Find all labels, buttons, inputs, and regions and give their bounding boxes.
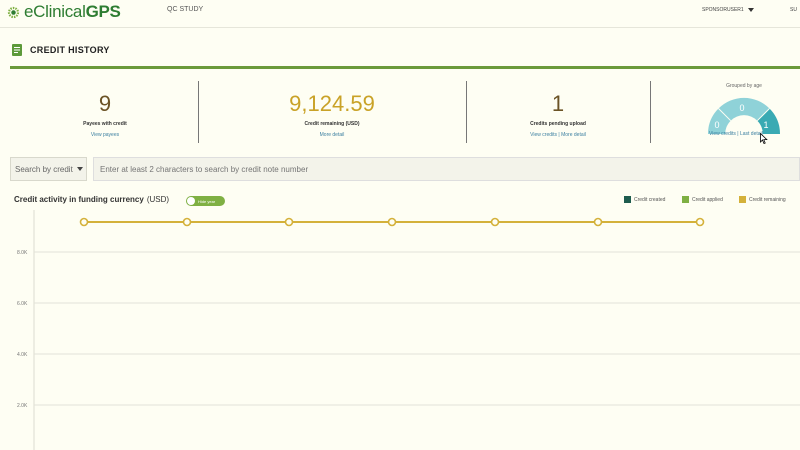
page-header: CREDIT HISTORY: [12, 44, 110, 56]
hide-year-toggle[interactable]: Hide year: [186, 196, 225, 206]
chart-title-unit: (USD): [146, 195, 170, 204]
payees-label: Payees with credit: [83, 121, 127, 127]
data-point: [79, 217, 89, 227]
legend-label-applied: Credit applied: [692, 196, 723, 203]
view-credits-link[interactable]: View credits: [530, 132, 557, 138]
stat-pending: 1 Credits pending upload View credits | …: [508, 91, 608, 139]
pointer-cursor-icon: [760, 133, 768, 144]
data-point: [182, 217, 192, 227]
gear-logo-icon: [7, 6, 20, 18]
legend-label-created: Credit created: [634, 196, 666, 203]
pending-count: 1: [551, 91, 565, 116]
y-tick-label: 2.0K: [17, 403, 28, 409]
data-point: [695, 217, 705, 227]
credit-remaining-value: 9,124.59: [289, 91, 375, 116]
pending-more-detail-link[interactable]: More detail: [561, 132, 586, 138]
legend-swatch-created: [624, 196, 631, 203]
gauge-value-2: 0: [739, 103, 744, 113]
link-separator: |: [737, 131, 739, 137]
search-by-label: Search by credit: [15, 164, 73, 174]
stat-remaining: 9,124.59 Credit remaining (USD) More det…: [262, 91, 402, 139]
data-point: [387, 217, 397, 227]
credit-activity-chart: 8.0K 6.0K 4.0K 2.0K: [17, 210, 800, 450]
stat-divider: [466, 81, 467, 143]
title-underline: [10, 66, 800, 69]
legend-swatch-remaining: [739, 196, 746, 203]
payees-count: 9: [98, 91, 112, 116]
search-bar: Search by credit: [10, 157, 800, 181]
legend-item-remaining[interactable]: Credit remaining: [739, 196, 786, 203]
top-bar: eClinicalGPS QC STUDY SPONSORUSER1 SU: [0, 0, 800, 28]
chevron-down-icon: [747, 8, 754, 12]
toggle-label: Hide year: [198, 198, 216, 204]
gauge-view-credits-link[interactable]: View credits: [709, 131, 736, 137]
stat-divider: [650, 81, 651, 143]
gauge-value-1: 0: [714, 120, 719, 130]
age-gauge: 0 0 1: [707, 97, 781, 134]
y-tick-label: 8.0K: [17, 250, 28, 256]
chart-title-text: Credit activity in funding currency: [14, 195, 144, 204]
stat-divider: [198, 81, 199, 143]
credit-remaining-label: Credit remaining (USD): [304, 121, 360, 127]
study-selector[interactable]: QC STUDY: [167, 6, 203, 13]
stat-payees: 9 Payees with credit View payees: [55, 91, 155, 139]
view-payees-link[interactable]: View payees: [91, 132, 119, 138]
page-title: CREDIT HISTORY: [30, 45, 110, 55]
search-by-dropdown[interactable]: Search by credit: [10, 157, 87, 181]
legend-label-remaining: Credit remaining: [749, 196, 786, 203]
data-point: [490, 217, 500, 227]
user-menu[interactable]: SPONSORUSER1: [702, 7, 754, 13]
legend-swatch-applied: [682, 196, 689, 203]
gauge-caption: Grouped by age: [726, 83, 762, 89]
toggle-knob: [187, 197, 195, 205]
user-name: SPONSORUSER1: [702, 7, 744, 13]
chevron-down-icon: [76, 167, 83, 171]
document-icon: [12, 44, 22, 56]
gauge-value-3: 1: [763, 120, 768, 130]
remaining-more-detail-link[interactable]: More detail: [320, 132, 345, 138]
chart-title: Credit activity in funding currency (USD): [14, 195, 169, 204]
legend-item-created[interactable]: Credit created: [624, 196, 665, 203]
nav-extra-item[interactable]: SU: [790, 7, 797, 13]
age-gauge-panel: Grouped by age 0 0 1 View credits | Last…: [704, 83, 784, 137]
data-point: [593, 217, 603, 227]
y-tick-label: 6.0K: [17, 301, 28, 307]
y-tick-label: 4.0K: [17, 352, 28, 358]
credit-search-input[interactable]: [93, 157, 800, 181]
data-point: [284, 217, 294, 227]
legend-item-applied[interactable]: Credit applied: [682, 196, 723, 203]
link-separator: |: [558, 132, 560, 138]
app-logo[interactable]: eClinicalGPS: [6, 2, 121, 22]
pending-label: Credits pending upload: [530, 121, 586, 127]
brand-name: eClinicalGPS: [24, 2, 121, 21]
